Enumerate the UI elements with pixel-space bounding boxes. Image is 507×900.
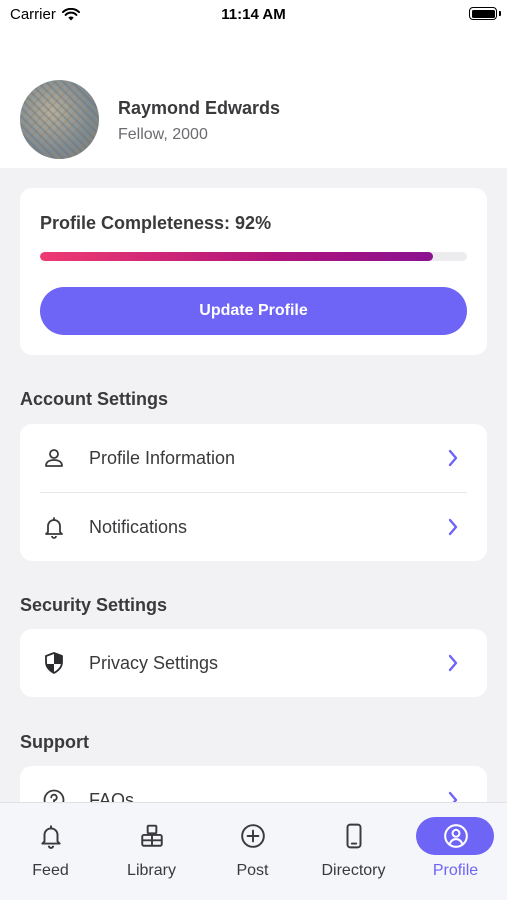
chevron-right-icon [448,449,458,467]
tab-directory[interactable]: Directory [303,803,404,900]
section-title-security: Security Settings [20,595,168,615]
settings-item-notifications[interactable]: Notifications [20,493,487,561]
tab-label: Directory [321,862,386,879]
chevron-right-icon [448,518,458,536]
tab-bar: Feed Library Post Directory Profile [0,802,507,900]
section-title-support: Support [20,732,89,752]
phone-icon [346,823,361,849]
person-icon [45,449,63,467]
tab-feed[interactable]: Feed [0,803,101,900]
account-settings-card: Profile Information Notifications [20,424,487,561]
settings-item-profile-information[interactable]: Profile Information [20,424,487,492]
security-settings-card: Privacy Settings [20,629,487,697]
user-subtitle: Fellow, 2000 [118,126,208,143]
tab-post[interactable]: Post [202,803,303,900]
battery-icon [469,7,497,20]
completeness-label: Profile Completeness: 92% [40,213,272,233]
avatar[interactable] [20,80,99,159]
completeness-progress-bar [40,252,467,261]
settings-item-label: Privacy Settings [89,652,219,673]
settings-item-label: Profile Information [89,447,236,468]
chevron-right-icon [448,654,458,672]
status-time: 11:14 AM [221,6,286,23]
settings-item-privacy-settings[interactable]: Privacy Settings [20,629,487,697]
library-icon [140,824,163,847]
profile-completeness-card: Profile Completeness: 92% Update Profile [20,188,487,355]
tab-label: Library [127,862,176,879]
tab-label: Profile [432,862,479,879]
tab-label: Feed [32,862,69,879]
profile-header: Raymond Edwards Fellow, 2000 [0,30,507,168]
user-circle-icon [443,824,468,848]
section-title-account: Account Settings [20,389,169,409]
shield-icon [45,652,63,674]
user-name: Raymond Edwards [118,98,281,118]
plus-circle-icon [240,824,265,848]
bell-icon [40,825,61,849]
tab-profile[interactable]: Profile [404,803,507,900]
settings-item-label: Notifications [89,516,188,537]
bell-icon [45,517,63,539]
update-profile-button[interactable]: Update Profile [40,287,467,335]
tab-library[interactable]: Library [101,803,202,900]
status-bar: Carrier 11:14 AM [0,0,507,30]
completeness-progress-fill [40,252,433,261]
tab-label: Post [236,862,269,879]
